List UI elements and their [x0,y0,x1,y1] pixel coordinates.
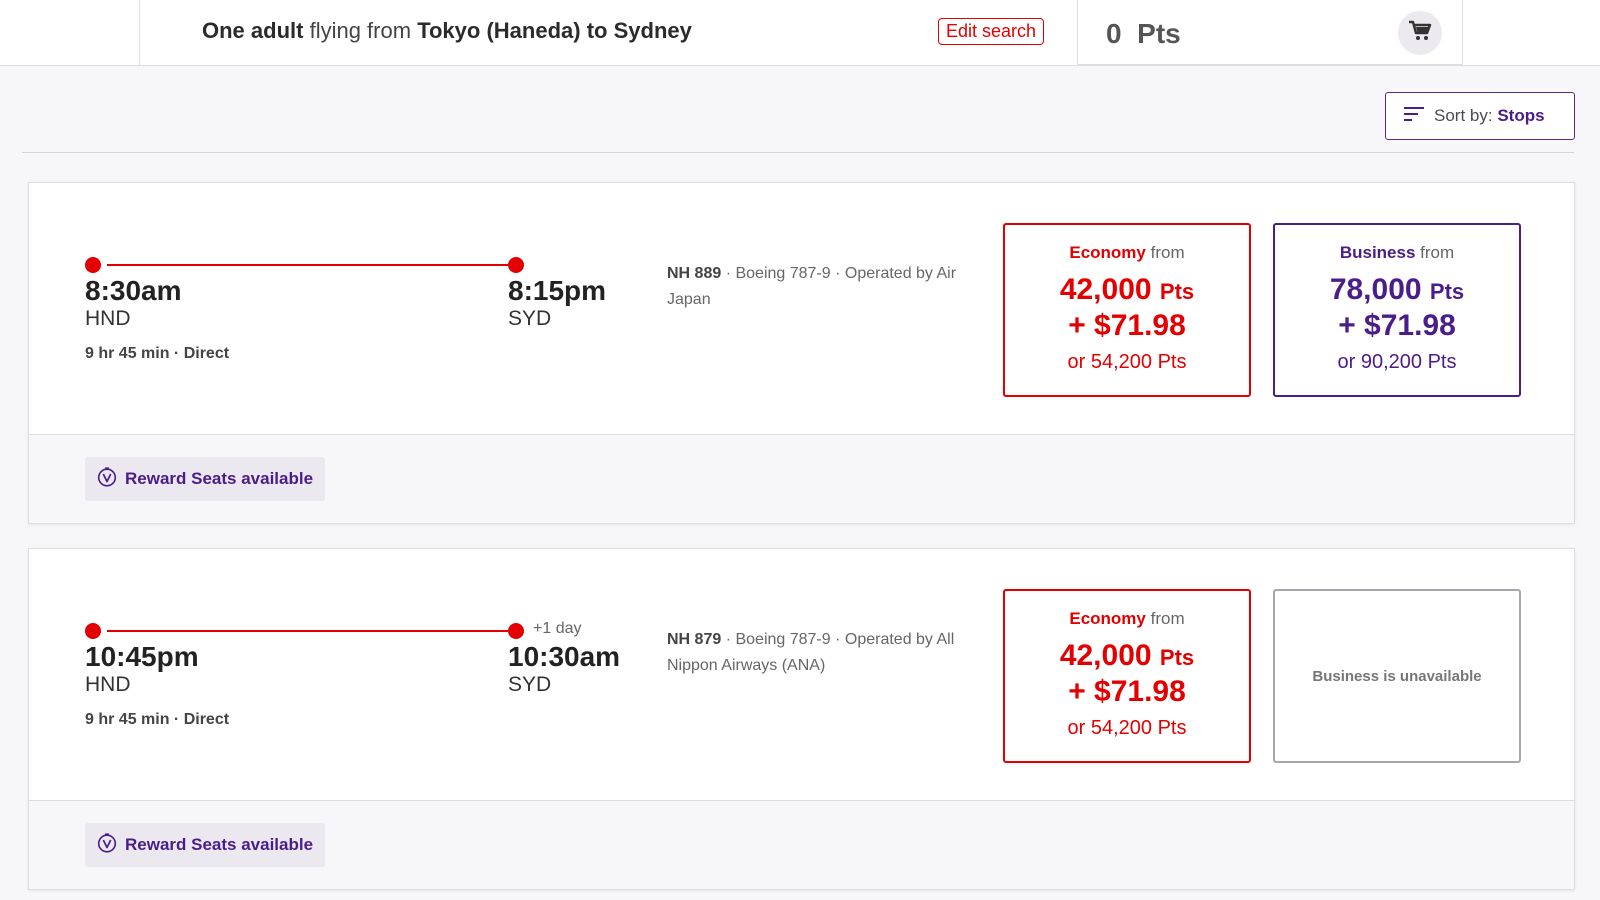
business-unavailable-text: Business is unavailable [1312,667,1482,685]
edit-search-button[interactable]: Edit search [938,18,1045,45]
economy-fare-button[interactable]: Economy from 42,000 Pts + $71.98 or 54,2… [1003,589,1251,763]
aircraft: Boeing 787-9 [735,631,831,648]
aircraft: Boeing 787-9 [735,265,831,282]
departure-dot [85,623,101,639]
fare-points-unit: Pts [1159,279,1195,304]
departure-airport: HND [85,307,131,330]
plus-day-label: +1 day [533,620,582,637]
summary-travellers: One adult [202,18,304,43]
reward-seats-badge: Reward Seats available [85,823,326,867]
summary-destination: Sydney [613,18,692,43]
cart-points-value: 0 [1106,18,1122,49]
arrival-airport: SYD [508,307,552,330]
business-fare-button[interactable]: Business from 78,000 Pts + $71.98 or 90,… [1273,223,1521,397]
cart-points: 0 Pts [1106,18,1181,50]
fare-points-unit: Pts [1159,645,1195,670]
reward-seats-label: Reward Seats available [125,835,314,854]
flight-info: NH 879 · Boeing 787-9 · Operated by All … [667,631,955,674]
top-bar: One adult flying from Tokyo (Haneda) to … [0,0,1600,66]
fare-cabin-name: Business [1339,243,1416,262]
fare-from: from [1150,243,1185,262]
summary-origin: Tokyo (Haneda) [417,18,581,43]
arrival-dot [508,623,524,639]
arrival-airport: SYD [508,673,552,696]
flight-card: +1 day 10:45pm HND 10:30am SYD 9 hr 45 m… [28,548,1575,890]
fare-points: 78,000 [1329,273,1422,306]
route-line [107,630,519,632]
fare-cabin-name: Economy [1069,609,1146,628]
fare-points: 42,000 [1059,639,1152,672]
flight-card: 8:30am HND 8:15pm SYD 9 hr 45 min · Dire… [28,182,1575,524]
fare-cash: + $71.98 [1338,309,1456,342]
sort-label: Sort by: Stops [1434,106,1545,126]
summary-to: to [586,18,608,43]
cart-points-unit: Pts [1137,18,1181,49]
flight-info: NH 889 · Boeing 787-9 · Operated by Air … [667,265,957,308]
departure-time: 10:45pm [85,641,199,672]
divider [22,152,1574,153]
flight-number: NH 879 [667,631,722,648]
departure-airport: HND [85,673,131,696]
fare-price: 42,000 Pts + $71.98 [1005,639,1249,709]
fare-from: from [1420,243,1455,262]
fare-cabin: Economy from [1005,243,1249,263]
fare-cash: + $71.98 [1068,675,1186,708]
fare-price: 78,000 Pts + $71.98 [1275,273,1519,343]
operated-by-label: Operated by [844,265,933,282]
fare-alt-points: or 54,200 Pts [1067,717,1187,739]
fare-alt-points: or 54,200 Pts [1067,351,1187,373]
header-left-panel [0,0,140,66]
reward-seats-badge: Reward Seats available [85,457,326,501]
sort-button[interactable]: Sort by: Stops [1385,92,1575,140]
fare-from: from [1150,609,1185,628]
cart-button[interactable] [1398,11,1442,55]
reward-v-icon [97,466,117,492]
departure-time: 8:30am [85,275,182,306]
fare-points-unit: Pts [1429,279,1465,304]
sort-value: Stops [1497,106,1545,125]
search-summary: One adult flying from Tokyo (Haneda) to … [202,18,692,44]
stops: Direct [183,711,230,728]
sort-label-text: Sort by: [1434,106,1493,125]
flight-card-footer: Reward Seats available [29,435,1574,523]
summary-flying-from: flying from [309,18,412,43]
economy-fare-button[interactable]: Economy from 42,000 Pts + $71.98 or 54,2… [1003,223,1251,397]
fare-cabin: Economy from [1005,609,1249,629]
business-fare-unavailable: Business is unavailable [1273,589,1521,763]
operated-by-label: Operated by [844,631,933,648]
fare-points: 42,000 [1059,273,1152,306]
duration: 9 hr 45 min [85,711,170,728]
flight-card-footer: Reward Seats available [29,801,1574,889]
sort-lines-icon [1404,106,1424,127]
route-line [107,264,519,266]
reward-v-icon [97,832,117,858]
cart-icon [1408,20,1432,47]
duration-stops: 9 hr 45 min · Direct [85,345,230,362]
flight-card-main: 8:30am HND 8:15pm SYD 9 hr 45 min · Dire… [29,183,1574,435]
arrival-dot [508,257,524,273]
reward-seats-label: Reward Seats available [125,469,314,488]
fare-cash: + $71.98 [1068,309,1186,342]
arrival-time: 8:15pm [508,275,607,306]
flight-number: NH 889 [667,265,722,282]
departure-dot [85,257,101,273]
points-cart[interactable]: 0 Pts [1077,0,1463,65]
duration-stops: 9 hr 45 min · Direct [85,711,230,728]
duration: 9 hr 45 min [85,345,170,362]
flight-card-main: +1 day 10:45pm HND 10:30am SYD 9 hr 45 m… [29,549,1574,801]
stops: Direct [183,345,230,362]
arrival-time: 10:30am [508,641,621,672]
fare-cabin-name: Economy [1069,243,1146,262]
fare-price: 42,000 Pts + $71.98 [1005,273,1249,343]
fare-cabin: Business from [1275,243,1519,263]
fare-alt-points: or 90,200 Pts [1337,351,1457,373]
